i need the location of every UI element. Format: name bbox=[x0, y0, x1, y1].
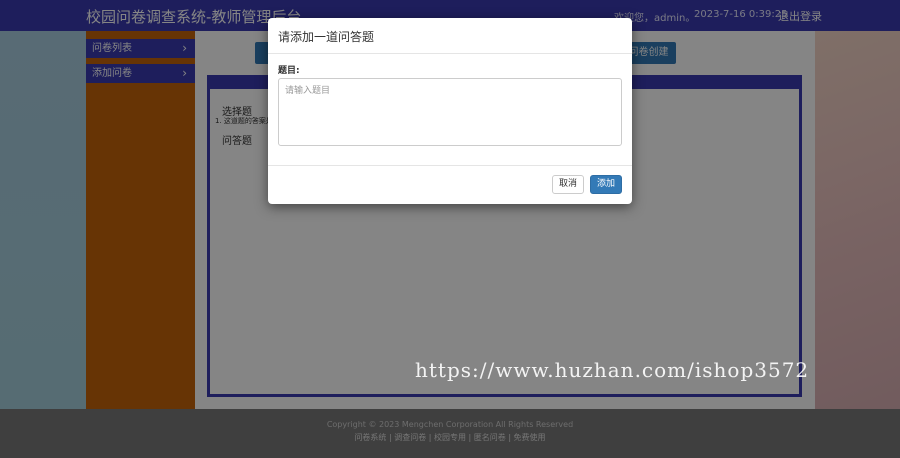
add-question-dialog: 请添加一道问答题 题目: 取消 添加 bbox=[268, 18, 632, 204]
add-button[interactable]: 添加 bbox=[590, 175, 622, 194]
watermark: https://www.huzhan.com/ishop3572 bbox=[415, 358, 810, 382]
cancel-button[interactable]: 取消 bbox=[552, 175, 584, 194]
question-field-label: 题目: bbox=[278, 66, 300, 76]
divider bbox=[268, 53, 632, 54]
question-input[interactable] bbox=[278, 78, 622, 146]
dialog-title: 请添加一道问答题 bbox=[278, 30, 375, 44]
divider bbox=[268, 165, 632, 166]
